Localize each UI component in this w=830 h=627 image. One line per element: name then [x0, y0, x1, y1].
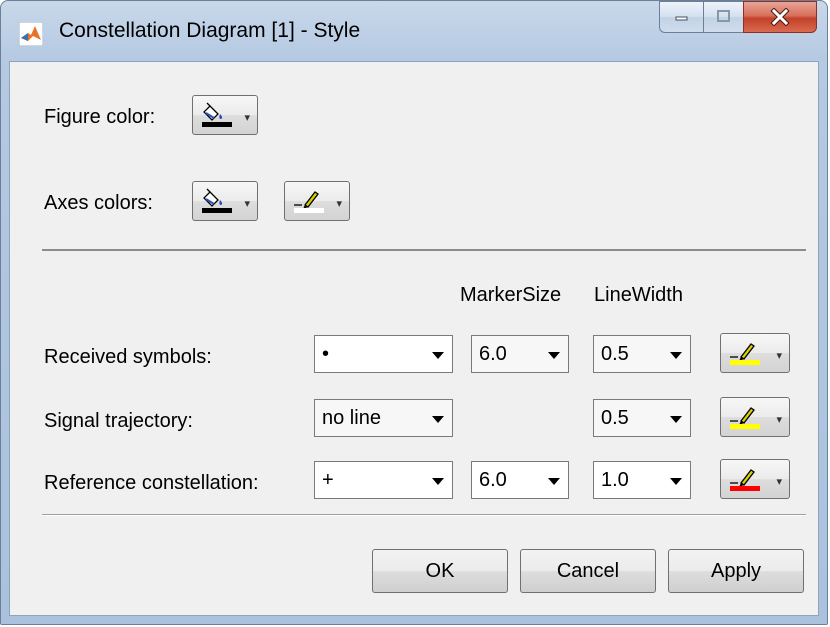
received-symbols-color-button[interactable]: ▾	[720, 333, 790, 373]
figure-color-button[interactable]: ▾	[192, 95, 258, 135]
received-symbols-label: Received symbols:	[44, 346, 212, 368]
ok-button[interactable]: OK	[372, 549, 508, 593]
figure-color-swatch	[202, 122, 232, 127]
dropdown-value: 6.0	[479, 469, 507, 491]
dialog-content: Figure color: ▾ Axes colors: ▾ ▾ MarkerS…	[9, 61, 819, 616]
dropdown-value: 0.5	[601, 343, 629, 365]
signal-trajectory-marker-dropdown[interactable]: no line	[314, 399, 453, 437]
paint-bucket-icon	[203, 102, 223, 121]
chevron-down-icon: ▾	[776, 414, 782, 426]
dropdown-value: •	[322, 343, 330, 365]
maximize-button[interactable]	[703, 1, 743, 33]
chevron-down-icon	[670, 416, 682, 423]
footer-separator	[42, 514, 806, 516]
dropdown-value: no line	[322, 407, 381, 429]
matlab-icon	[19, 22, 43, 46]
cancel-button[interactable]: Cancel	[520, 549, 656, 593]
window-controls	[659, 1, 817, 35]
signal-trajectory-color-swatch	[730, 424, 760, 429]
chevron-down-icon	[432, 478, 444, 485]
minimize-icon	[675, 16, 687, 21]
reference-constellation-label: Reference constellation:	[44, 472, 259, 494]
paint-bucket-icon	[203, 188, 223, 207]
chevron-down-icon	[432, 352, 444, 359]
maximize-icon	[716, 10, 730, 22]
minimize-button[interactable]	[659, 1, 703, 33]
figure-color-label: Figure color:	[44, 106, 156, 128]
chevron-down-icon: ▾	[776, 476, 782, 488]
reference-constellation-color-swatch	[730, 486, 760, 491]
chevron-down-icon: ▾	[776, 350, 782, 362]
apply-button[interactable]: Apply	[668, 549, 804, 593]
line-width-header: LineWidth	[594, 284, 683, 306]
pen-icon	[294, 191, 319, 209]
signal-trajectory-line-width-dropdown[interactable]: 0.5	[593, 399, 691, 437]
style-dialog-window: Constellation Diagram [1] - Style Figure…	[0, 0, 828, 625]
axes-colors-label: Axes colors:	[44, 192, 153, 214]
reference-constellation-marker-size-dropdown[interactable]: 6.0	[471, 461, 569, 499]
dropdown-value: 0.5	[601, 407, 629, 429]
axes-fill-color-button[interactable]: ▾	[192, 181, 258, 221]
signal-trajectory-color-button[interactable]: ▾	[720, 397, 790, 437]
received-symbols-marker-dropdown[interactable]: •	[314, 335, 453, 373]
dropdown-value: 6.0	[479, 343, 507, 365]
close-button[interactable]	[743, 1, 817, 33]
title-bar[interactable]: Constellation Diagram [1] - Style	[1, 1, 827, 61]
chevron-down-icon: ▾	[336, 198, 342, 210]
received-symbols-color-swatch	[730, 360, 760, 365]
reference-constellation-line-width-dropdown[interactable]: 1.0	[593, 461, 691, 499]
pen-icon	[730, 343, 755, 361]
pen-icon	[730, 469, 755, 487]
received-symbols-line-width-dropdown[interactable]: 0.5	[593, 335, 691, 373]
axes-line-color-button[interactable]: ▾	[284, 181, 350, 221]
section-separator	[42, 249, 806, 251]
dropdown-value: +	[322, 469, 334, 491]
reference-constellation-color-button[interactable]: ▾	[720, 459, 790, 499]
pen-icon	[730, 407, 755, 425]
chevron-down-icon	[432, 416, 444, 423]
chevron-down-icon	[670, 352, 682, 359]
window-title: Constellation Diagram [1] - Style	[59, 19, 361, 42]
chevron-down-icon: ▾	[244, 198, 250, 210]
marker-size-header: MarkerSize	[460, 284, 562, 306]
dropdown-value: 1.0	[601, 469, 629, 491]
signal-trajectory-label: Signal trajectory:	[44, 410, 193, 432]
reference-constellation-marker-dropdown[interactable]: +	[314, 461, 453, 499]
close-icon	[770, 8, 790, 26]
chevron-down-icon: ▾	[244, 112, 250, 124]
chevron-down-icon	[548, 352, 560, 359]
axes-fill-swatch	[202, 208, 232, 213]
axes-line-swatch	[294, 208, 324, 213]
chevron-down-icon	[670, 478, 682, 485]
received-symbols-marker-size-dropdown[interactable]: 6.0	[471, 335, 569, 373]
chevron-down-icon	[548, 478, 560, 485]
